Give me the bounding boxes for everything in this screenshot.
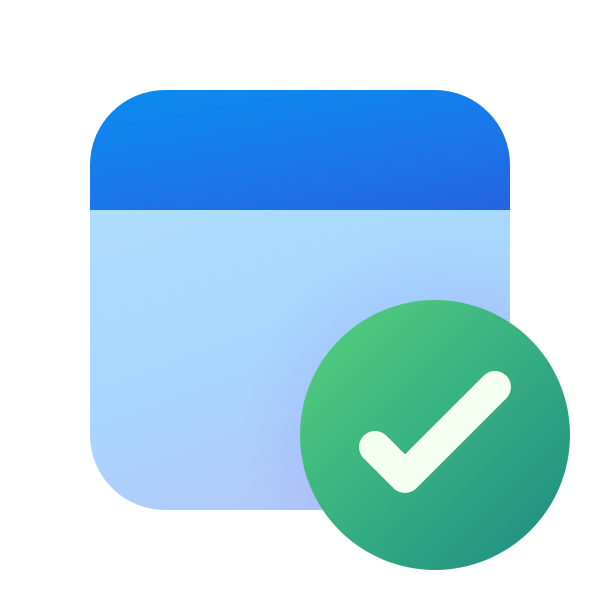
window-title-bar: [90, 90, 510, 210]
icon-canvas: [0, 0, 600, 600]
checkmark-badge-icon: [300, 300, 570, 570]
